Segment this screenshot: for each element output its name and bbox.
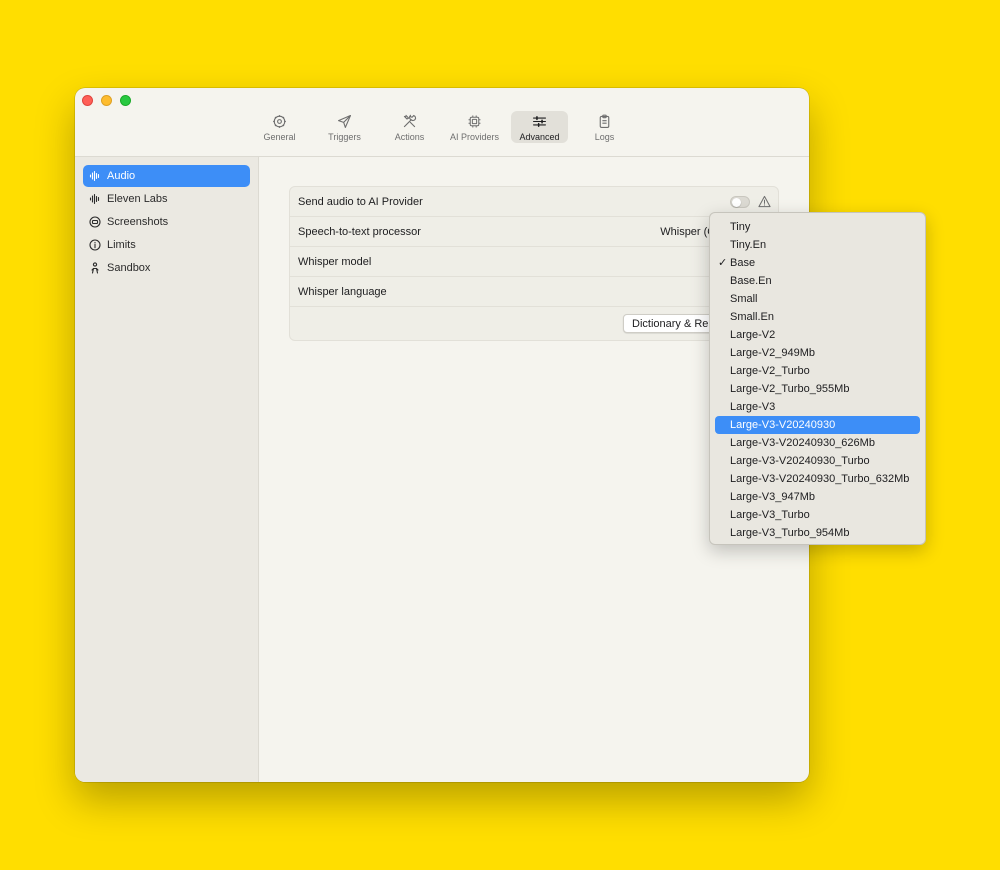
toolbar: General Triggers Actions AI Providers Ad…: [75, 88, 809, 157]
menu-item-small-en[interactable]: Small.En: [715, 308, 920, 326]
menu-item-tiny-en[interactable]: Tiny.En: [715, 236, 920, 254]
menu-item-label: Large-V3-V20240930_Turbo_632Mb: [730, 473, 910, 485]
menu-item-label: Large-V3-V20240930_Turbo: [730, 455, 870, 467]
sidebar-item-label: Screenshots: [107, 216, 169, 228]
chip-icon: [468, 115, 481, 128]
checkmark-icon: ✓: [718, 257, 728, 269]
audio-settings-group: Send audio to AI Provider Speech-to-text…: [289, 186, 779, 341]
menu-item-small[interactable]: Small: [715, 290, 920, 308]
figure-icon: [91, 262, 99, 274]
send-audio-label: Send audio to AI Provider: [298, 195, 423, 208]
menu-item-large-v3-v20240930-626mb[interactable]: Large-V3-V20240930_626Mb: [715, 434, 920, 452]
menu-item-label: Large-V3: [730, 401, 776, 413]
menu-item-label: Large-V3_Turbo_954Mb: [730, 527, 850, 539]
speech-to-text-row: Speech-to-text processor Whisper (On: [290, 217, 778, 247]
menu-item-label: Large-V3_Turbo: [730, 509, 810, 521]
whisper-language-label: Whisper language: [298, 285, 387, 298]
info-icon: [89, 239, 101, 251]
tab-actions[interactable]: Actions: [381, 111, 438, 143]
send-audio-row: Send audio to AI Provider: [290, 187, 778, 217]
sliders-icon: [532, 116, 547, 127]
menu-item-label: Large-V3-V20240930: [730, 419, 836, 431]
sidebar-item-label: Sandbox: [107, 262, 151, 274]
menu-item-large-v3-v20240930[interactable]: Large-V3-V20240930: [715, 416, 920, 434]
tab-advanced[interactable]: Advanced: [511, 111, 568, 143]
menu-item-label: Tiny.En: [730, 239, 767, 251]
sidebar-item-label: Eleven Labs: [107, 193, 168, 205]
menu-item-large-v2-turbo[interactable]: Large-V2_Turbo: [715, 362, 920, 380]
menu-item-large-v2-949mb[interactable]: Large-V2_949Mb: [715, 344, 920, 362]
sidebar: Audio Eleven Labs Screenshots Limits San…: [75, 157, 259, 782]
tab-label: AI Providers: [449, 132, 500, 142]
sidebar-item-sandbox[interactable]: Sandbox: [83, 257, 250, 279]
tab-label: General: [263, 132, 296, 142]
sidebar-item-label: Audio: [107, 170, 136, 182]
sidebar-item-label: Limits: [107, 239, 136, 251]
tools-icon: [403, 114, 417, 128]
menu-item-label: Large-V2_949Mb: [730, 347, 816, 359]
menu-item-label: Large-V3-V20240930_626Mb: [730, 437, 875, 449]
whisper-model-dropdown-menu: Tiny Tiny.En ✓ Base Base.En Small Small.E…: [709, 212, 926, 545]
menu-item-base[interactable]: ✓ Base: [715, 254, 920, 272]
menu-item-large-v3-947mb[interactable]: Large-V3_947Mb: [715, 488, 920, 506]
menu-item-large-v3-v20240930-turbo[interactable]: Large-V3-V20240930_Turbo: [715, 452, 920, 470]
menu-item-tiny[interactable]: Tiny: [715, 218, 920, 236]
whisper-language-row: Whisper language: [290, 277, 778, 307]
menu-item-label: Large-V2_Turbo_955Mb: [730, 383, 850, 395]
warning-icon[interactable]: [758, 195, 771, 208]
sidebar-item-limits[interactable]: Limits: [83, 234, 250, 256]
menu-item-large-v3[interactable]: Large-V3: [715, 398, 920, 416]
tab-ai-providers[interactable]: AI Providers: [446, 111, 503, 143]
menu-item-large-v2[interactable]: Large-V2: [715, 326, 920, 344]
tab-general[interactable]: General: [251, 111, 308, 143]
speech-to-text-label: Speech-to-text processor: [298, 225, 421, 238]
tab-bar: General Triggers Actions AI Providers Ad…: [251, 111, 633, 143]
screenshot-icon: [89, 216, 101, 228]
settings-window: General Triggers Actions AI Providers Ad…: [75, 88, 809, 782]
menu-item-base-en[interactable]: Base.En: [715, 272, 920, 290]
whisper-model-row: Whisper model: [290, 247, 778, 277]
waveform-icon: [89, 193, 100, 205]
menu-item-label: Base: [730, 257, 756, 269]
whisper-model-label: Whisper model: [298, 255, 372, 268]
menu-item-large-v2-turbo-955mb[interactable]: Large-V2_Turbo_955Mb: [715, 380, 920, 398]
tab-label: Logs: [594, 132, 615, 142]
waveform-icon: [89, 170, 100, 182]
menu-item-label: Large-V2_Turbo: [730, 365, 810, 377]
sidebar-item-eleven-labs[interactable]: Eleven Labs: [83, 188, 250, 210]
sidebar-item-screenshots[interactable]: Screenshots: [83, 211, 250, 233]
tab-label: Advanced: [519, 132, 560, 142]
menu-item-label: Large-V3_947Mb: [730, 491, 816, 503]
tab-label: Triggers: [328, 132, 361, 142]
menu-item-label: Large-V2: [730, 329, 776, 341]
menu-item-large-v3-turbo-954mb[interactable]: Large-V3_Turbo_954Mb: [715, 524, 920, 542]
menu-item-large-v3-turbo[interactable]: Large-V3_Turbo: [715, 506, 920, 524]
menu-item-large-v3-v20240930-turbo-632mb[interactable]: Large-V3-V20240930_Turbo_632Mb: [715, 470, 920, 488]
menu-item-label: Small: [730, 293, 758, 305]
tab-logs[interactable]: Logs: [576, 111, 633, 143]
gear-icon: [273, 115, 286, 128]
menu-item-label: Tiny: [730, 221, 751, 233]
menu-item-label: Small.En: [730, 311, 775, 323]
clipboard-icon: [599, 114, 610, 129]
tab-label: Actions: [394, 132, 425, 142]
menu-item-label: Base.En: [730, 275, 772, 287]
tab-triggers[interactable]: Triggers: [316, 111, 373, 143]
sidebar-item-audio[interactable]: Audio: [83, 165, 250, 187]
send-audio-toggle[interactable]: [730, 196, 750, 208]
paper-plane-icon: [337, 114, 352, 129]
